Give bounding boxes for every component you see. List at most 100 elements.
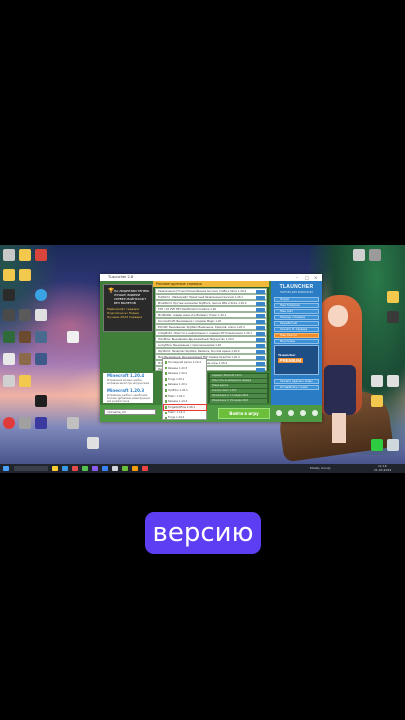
- version-option[interactable]: Release 1.20.3: [164, 366, 206, 371]
- server-row[interactable]: TopWorld - Майнкрафт Приватный Развлечен…: [155, 294, 267, 300]
- desktop-icon-app[interactable]: [34, 331, 48, 343]
- desktop-icon-telegram[interactable]: [34, 289, 48, 301]
- version-option[interactable]: Последний релиз 1.20.4: [164, 360, 206, 365]
- sidebar-button-addons[interactable]: Скачать аддоны / моды: [274, 379, 319, 384]
- app-icon[interactable]: [92, 466, 98, 471]
- server-row[interactable]: MiniBattle: сервер мини-игр Bedwars, Pri…: [155, 312, 267, 318]
- sidebar-button-site[interactable]: Наш сайт: [274, 309, 319, 314]
- desktop-icon-folder[interactable]: [18, 375, 32, 387]
- server-row[interactable]: TNT / XX PVP TNT Deathmatch Creative 1.2…: [155, 306, 267, 312]
- premium-label: PREMIUM: [278, 358, 303, 363]
- server-row[interactable]: SkyWorld: Незерпаз SkyWars, Bedwars, Sur…: [155, 348, 267, 354]
- play-server-button[interactable]: [256, 368, 265, 372]
- server-row[interactable]: Развлечения [Тотем] Разнообразие Surviva…: [155, 288, 267, 294]
- desktop-icon-app[interactable]: [34, 417, 48, 429]
- desktop-icon-folder[interactable]: [18, 269, 32, 281]
- ad-banner[interactable]: 🏆 НА ЛИЦЕНЗИИ ТЕПЕРЬ ЛУЧШЕ! ВЫБЕРИ СЕРВЕ…: [103, 284, 153, 332]
- gear-icon[interactable]: [312, 410, 318, 416]
- server-row[interactable]: HoloMine: Выживание Дружелюбный Творчест…: [155, 336, 267, 342]
- app-icon[interactable]: [82, 466, 88, 471]
- desktop-icon-app[interactable]: [386, 311, 400, 323]
- desktop-icon-app[interactable]: [368, 249, 382, 261]
- desktop-icon-app[interactable]: [18, 309, 32, 321]
- server-info-panel: Сервера / Minecraft 1.20.4 Запустить на …: [208, 373, 269, 403]
- sidebar-button-servers[interactable]: Скачать TL Сервера: [274, 327, 319, 332]
- server-list-header: Рекомендуемые сервера: [153, 281, 269, 287]
- server-row[interactable]: SurvivalCraft: Выживание с модами Magic …: [155, 318, 267, 324]
- desktop-icon-app[interactable]: [18, 331, 32, 343]
- desktop-icon-folder[interactable]: [18, 249, 32, 261]
- refresh-icon[interactable]: [288, 410, 294, 416]
- sidebar-button-developer[interactable]: Разработчик: [274, 321, 319, 326]
- server-row[interactable]: LuckyMine: Выживание с приключениями 1.2…: [155, 342, 267, 348]
- desktop-icon-app[interactable]: [18, 417, 32, 429]
- version-option[interactable]: Fabric 1.20.1: [164, 394, 206, 399]
- file-explorer-icon[interactable]: [52, 466, 58, 471]
- app-icon[interactable]: [142, 466, 148, 471]
- sidebar-button-skins[interactable]: Мои Скины: [274, 339, 319, 344]
- app-icon[interactable]: [132, 466, 138, 471]
- video-caption: версию: [145, 512, 261, 554]
- desktop-icon-app[interactable]: [2, 375, 16, 387]
- desktop-icon-app[interactable]: [352, 249, 366, 261]
- minimize-icon[interactable]: –: [296, 274, 298, 281]
- sidebar-button-forum[interactable]: Форум: [274, 297, 319, 302]
- info-row: Запустить на выбранном сервере: [210, 379, 267, 383]
- weather-text[interactable]: Mostly cloudy: [310, 466, 331, 471]
- desktop-icon-app[interactable]: [34, 395, 48, 407]
- desktop-icon-app[interactable]: [370, 439, 384, 451]
- settings-icon[interactable]: [300, 410, 306, 416]
- app-icon[interactable]: [102, 466, 108, 471]
- play-button[interactable]: Войти в игру: [218, 408, 270, 419]
- version-option[interactable]: Forge 1.19.4: [164, 415, 206, 420]
- version-dropdown[interactable]: Последний релиз 1.20.4 Release 1.20.3 Re…: [162, 358, 207, 420]
- sidebar-button-discord[interactable]: Наш Discord: [274, 333, 319, 338]
- tlauncher-taskbar-icon[interactable]: [122, 466, 128, 471]
- taskbar-search[interactable]: [14, 466, 48, 471]
- premium-title: TLauncher: [278, 353, 296, 357]
- recycle-bin-icon[interactable]: [386, 439, 400, 451]
- sidebar-button-help[interactable]: Помощь / Справка: [274, 315, 319, 320]
- version-option[interactable]: Release 1.20.1: [164, 382, 206, 387]
- server-row[interactable]: MineWorld: Крутые Аномалии SkyBlock, Gen…: [155, 300, 267, 306]
- desktop-icon-app[interactable]: [370, 375, 384, 387]
- desktop-icon-app[interactable]: [2, 289, 16, 301]
- clock-date[interactable]: 21.03.2024: [374, 468, 391, 472]
- folder-icon[interactable]: [276, 410, 282, 416]
- app-icon[interactable]: [72, 466, 78, 471]
- sidebar-button-stay[interactable]: Оставайтесь с нами: [274, 385, 319, 390]
- version-option[interactable]: Release 1.19.4: [164, 399, 206, 404]
- desktop-icon-app[interactable]: [2, 249, 16, 261]
- desktop-icon-app[interactable]: [18, 353, 32, 365]
- desktop-icon-app[interactable]: [34, 249, 48, 261]
- desktop-icon-app[interactable]: [2, 309, 16, 321]
- desktop-icon-folder[interactable]: [386, 291, 400, 303]
- desktop-icon-app[interactable]: [34, 353, 48, 365]
- sidebar-button-telegram[interactable]: Наш Телеграм: [274, 303, 319, 308]
- server-row[interactable]: CrazyBuild: Новости и информация о серве…: [155, 330, 267, 336]
- desktop-icon-folder[interactable]: [2, 269, 16, 281]
- desktop-icon-app[interactable]: [2, 417, 16, 429]
- desktop-icon-file[interactable]: [34, 309, 48, 321]
- close-icon[interactable]: ×: [314, 274, 317, 281]
- tlauncher-logo: TLAUNCHER: [279, 284, 314, 290]
- desktop-icon-file[interactable]: [66, 331, 80, 343]
- account-field[interactable]: nickname_24: [104, 409, 156, 415]
- desktop-icon-app[interactable]: [2, 353, 16, 365]
- version-option[interactable]: OptiFine 1.20.1: [164, 388, 206, 393]
- version-option[interactable]: Forge 1.20.1: [164, 377, 206, 382]
- maximize-icon[interactable]: □: [305, 274, 309, 281]
- desktop-icon-folder[interactable]: [370, 395, 384, 407]
- edge-icon[interactable]: [62, 466, 68, 471]
- version-option-selected[interactable]: ForgeOptiFine 1.20.1: [163, 403, 207, 412]
- version-option[interactable]: Release 1.20.2: [164, 371, 206, 376]
- desktop-icon-app[interactable]: [2, 331, 16, 343]
- server-row[interactable]: EzCraft: Выживание, SkyWars Ванильное, К…: [155, 324, 267, 330]
- start-icon[interactable]: [3, 466, 9, 471]
- premium-banner[interactable]: TLauncher PREMIUM: [274, 345, 319, 375]
- news-text: Исправления игровых ошибок: исправлен вы…: [107, 379, 150, 385]
- app-icon[interactable]: [112, 466, 118, 471]
- desktop-icon-app[interactable]: [86, 437, 100, 449]
- desktop-icon-app[interactable]: [386, 375, 400, 387]
- desktop-icon-app[interactable]: [66, 417, 80, 429]
